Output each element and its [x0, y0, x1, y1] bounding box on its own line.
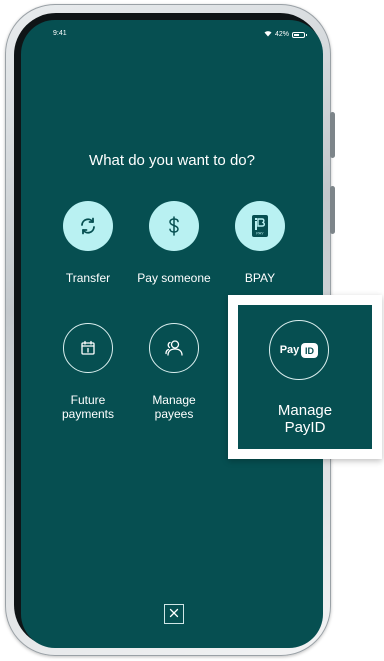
future-payments-label-line1: Future	[70, 393, 106, 407]
payid-logo: Pay ID	[279, 342, 319, 358]
future-payments-label-line2: payments	[61, 407, 115, 421]
pay-someone-label: Pay someone	[137, 271, 211, 285]
transfer-button[interactable]: Transfer	[43, 201, 133, 285]
future-payments-label: Future payments	[43, 393, 133, 421]
manage-payees-label: Manage payees	[129, 393, 219, 421]
manage-payees-label-line1: Manage	[152, 393, 196, 407]
status-bar: 9:41 42%	[21, 30, 323, 44]
side-button	[330, 112, 335, 158]
transfer-arrows-icon	[63, 201, 113, 251]
page-title: What do you want to do?	[89, 152, 255, 169]
battery-percent: 42%	[274, 31, 289, 38]
svg-text:PAY: PAY	[256, 231, 264, 236]
payid-logo-text: Pay	[279, 344, 300, 356]
manage-payid-label-line2: PayID	[284, 419, 326, 436]
future-payments-button[interactable]: Future payments	[43, 323, 133, 421]
transfer-label: Transfer	[65, 271, 111, 285]
side-button	[330, 186, 335, 234]
payees-icon	[149, 323, 199, 373]
pay-someone-button[interactable]: Pay someone	[129, 201, 219, 285]
payid-badge-text: ID	[305, 346, 315, 356]
close-icon	[169, 605, 179, 623]
bpay-icon: PAY	[235, 201, 285, 251]
payid-badge: ID	[301, 342, 319, 358]
close-button[interactable]	[164, 604, 184, 624]
status-right: 42%	[264, 30, 307, 39]
manage-payees-button[interactable]: Manage payees	[129, 323, 219, 421]
payid-icon: Pay ID	[269, 320, 329, 380]
manage-payid-button[interactable]: Pay ID Manage PayID	[238, 305, 372, 449]
bpay-label: BPAY	[244, 271, 276, 285]
bpay-button[interactable]: PAY BPAY	[215, 201, 305, 285]
calendar-icon	[63, 323, 113, 373]
manage-payid-callout: Pay ID Manage PayID	[228, 295, 382, 459]
manage-payid-label-line1: Manage	[277, 402, 333, 419]
manage-payees-label-line2: payees	[154, 407, 194, 421]
manage-payid-label: Manage PayID	[238, 402, 372, 436]
status-time: 9:41	[53, 30, 67, 37]
wifi-icon	[264, 30, 272, 39]
dollar-icon	[149, 201, 199, 251]
battery-icon	[292, 31, 307, 38]
